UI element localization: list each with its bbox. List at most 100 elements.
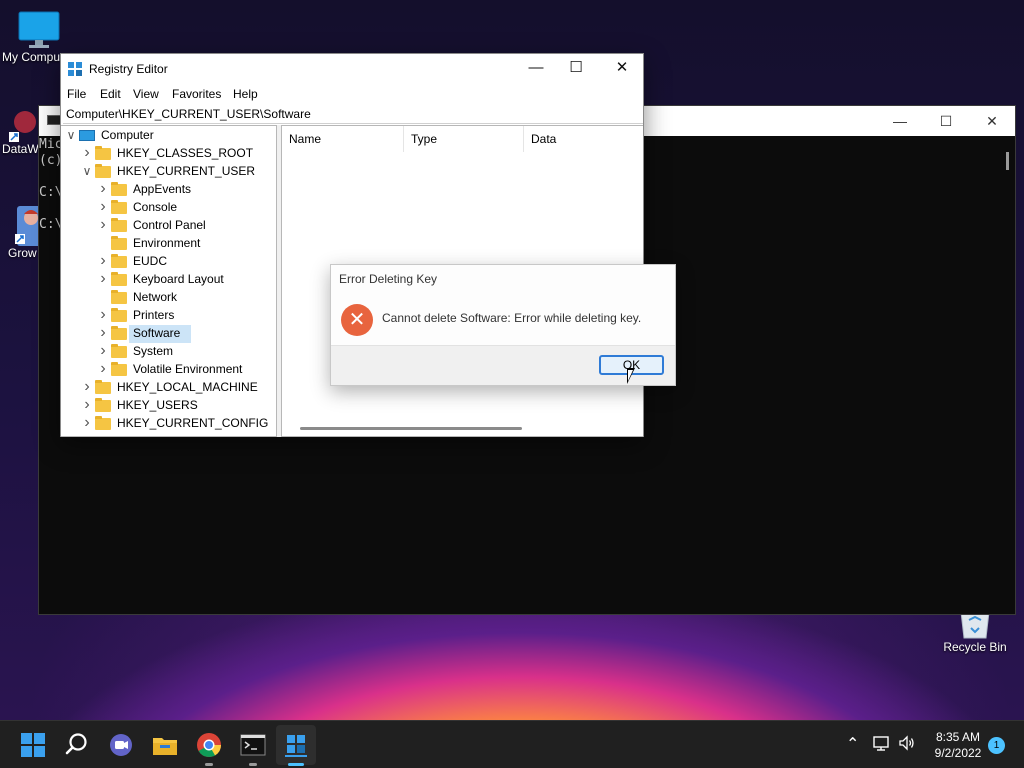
tree-item-label: HKEY_CURRENT_CONFIG (117, 416, 269, 430)
registry-tree[interactable]: ∨ Computer › HKEY_CLASSES_ROOT ∨ HKEY_CURRENT… (61, 125, 277, 437)
folder-icon (111, 362, 127, 376)
start-windows-icon[interactable] (18, 730, 48, 760)
tree-item[interactable]: › Console (61, 199, 276, 217)
chevron-right-icon[interactable]: › (81, 379, 93, 397)
tree-item[interactable]: › HKEY_USERS (61, 397, 276, 415)
file-explorer-icon[interactable] (150, 730, 180, 760)
chevron-down-icon[interactable]: ∨ (65, 127, 77, 145)
tree-item-label: Network (133, 290, 178, 304)
console-line: C:\ (39, 185, 63, 200)
tree-item[interactable]: › System (61, 343, 276, 361)
network-icon[interactable] (872, 734, 890, 752)
registry-editor-taskbar-icon[interactable] (281, 730, 311, 760)
menu-favorites[interactable]: Favorites (172, 87, 221, 101)
desktop-icon-label: Recycle Bin (943, 640, 1007, 654)
tree-item[interactable]: › Keyboard Layout (61, 271, 276, 289)
tree-item-label: HKEY_CLASSES_ROOT (117, 146, 254, 160)
close-button[interactable]: ✕ (969, 106, 1015, 136)
tree-item[interactable]: › Control Panel (61, 217, 276, 235)
maximize-button[interactable]: ☐ (923, 106, 969, 136)
console-line: Mic (39, 137, 63, 152)
chevron-right-icon[interactable]: › (97, 271, 109, 289)
folder-icon (111, 272, 127, 286)
monitor-icon (18, 11, 60, 48)
chevron-right-icon[interactable]: › (97, 343, 109, 361)
tree-item-label: HKEY_CURRENT_USER (117, 164, 256, 178)
tree-item-label: Software (133, 326, 181, 340)
menu-file[interactable]: File (67, 87, 86, 101)
chevron-right-icon[interactable]: › (97, 307, 109, 325)
tree-item[interactable]: Network (61, 289, 276, 307)
mouse-pointer-icon (627, 368, 643, 384)
tree-item[interactable]: › Printers (61, 307, 276, 325)
chevron-down-icon[interactable]: ∨ (81, 163, 93, 181)
tree-item-label: Printers (133, 308, 175, 322)
folder-icon (95, 398, 111, 412)
folder-icon (111, 326, 127, 340)
terminal-icon[interactable] (238, 730, 268, 760)
chevron-right-icon[interactable]: › (97, 181, 109, 199)
cmd-scrollbar[interactable] (1006, 152, 1009, 170)
tree-item[interactable]: › HKEY_LOCAL_MACHINE (61, 379, 276, 397)
maximize-button[interactable]: ☐ (553, 54, 599, 84)
close-button[interactable]: ✕ (599, 54, 645, 84)
console-line: (c) (39, 153, 63, 168)
tree-item-label: System (133, 344, 174, 358)
chevron-right-icon[interactable]: › (81, 145, 93, 163)
tree-item[interactable]: › HKEY_CLASSES_ROOT (61, 145, 276, 163)
notification-badge[interactable]: 1 (988, 737, 1005, 754)
tree-item[interactable]: ∨ Computer (61, 127, 276, 145)
chevron-right-icon[interactable]: › (81, 415, 93, 433)
menu-edit[interactable]: Edit (100, 87, 121, 101)
chevron-right-icon[interactable]: › (97, 361, 109, 379)
folder-icon (95, 146, 111, 160)
running-indicator (205, 763, 213, 766)
tree-item-label: Control Panel (133, 218, 206, 232)
clock[interactable]: 8:35 AM 9/2/2022 (928, 729, 988, 761)
tree-item[interactable]: › Software (61, 325, 276, 343)
desktop-icon-label: DataW (2, 142, 39, 156)
menu-view[interactable]: View (133, 87, 159, 101)
clock-time: 8:35 AM (935, 730, 981, 744)
recycle-bin-icon (960, 612, 990, 639)
menu-help[interactable]: Help (233, 87, 258, 101)
regedit-titlebar[interactable]: Registry Editor — ☐ ✕ (61, 54, 643, 84)
tree-item[interactable]: › Volatile Environment (61, 361, 276, 379)
chevron-right-icon[interactable]: › (81, 397, 93, 415)
terminal-icon (47, 115, 61, 125)
folder-icon (111, 218, 127, 232)
app-shortcut-icon (9, 111, 36, 142)
column-header-name[interactable]: Name (282, 126, 404, 152)
horizontal-scrollbar[interactable] (300, 427, 522, 430)
folder-icon (95, 380, 111, 394)
menu-bar: File Edit View Favorites Help (61, 84, 643, 106)
running-indicator (288, 763, 304, 766)
search-icon[interactable] (62, 730, 92, 760)
tree-item[interactable]: Environment (61, 235, 276, 253)
error-dialog[interactable]: Error Deleting Key ✕ Cannot delete Softw… (330, 264, 676, 386)
clock-date: 9/2/2022 (934, 746, 982, 760)
tree-item-label: Volatile Environment (133, 362, 243, 376)
tree-item[interactable]: › AppEvents (61, 181, 276, 199)
chevron-right-icon[interactable]: › (97, 325, 109, 343)
folder-icon (111, 344, 127, 358)
teams-chat-icon[interactable] (106, 730, 136, 760)
show-hidden-icons-chevron-icon[interactable]: ⌃ (846, 734, 859, 754)
column-header-type[interactable]: Type (404, 126, 524, 152)
folder-icon (111, 254, 127, 268)
column-header-data[interactable]: Data (524, 126, 643, 152)
tree-item[interactable]: ∨ HKEY_CURRENT_USER (61, 163, 276, 181)
chevron-right-icon[interactable]: › (97, 217, 109, 235)
address-bar[interactable]: Computer\HKEY_CURRENT_USER\Software (63, 106, 643, 124)
desktop-icon-dataw[interactable]: DataW (2, 108, 42, 156)
minimize-button[interactable]: — (877, 106, 923, 136)
tree-item[interactable]: › HKEY_CURRENT_CONFIG (61, 415, 276, 433)
volume-icon[interactable] (898, 734, 916, 752)
tree-item[interactable]: › EUDC (61, 253, 276, 271)
chevron-right-icon[interactable]: › (97, 253, 109, 271)
tree-item-label: Environment (133, 236, 201, 250)
error-message: Cannot delete Software: Error while dele… (382, 311, 642, 325)
chrome-browser-icon[interactable] (194, 730, 224, 760)
desktop-icon-recycle-bin[interactable]: Recycle Bin (940, 612, 1010, 654)
chevron-right-icon[interactable]: › (97, 199, 109, 217)
